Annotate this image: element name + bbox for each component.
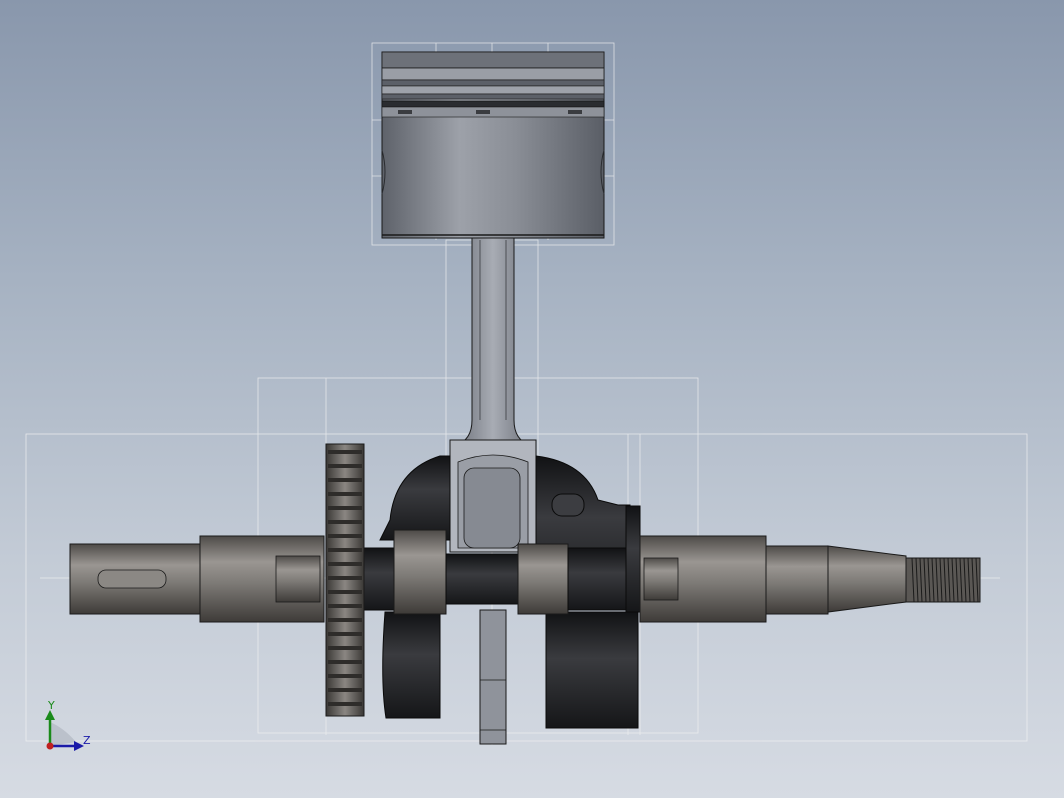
gear-tooth (328, 646, 362, 650)
connecting-rod[interactable] (449, 237, 537, 745)
gear-tooth (328, 590, 362, 594)
gear-tooth (328, 464, 362, 468)
threaded-end[interactable] (905, 557, 981, 603)
gear-tooth (328, 478, 362, 482)
gear-tooth (328, 604, 362, 608)
gear-tooth (328, 632, 362, 636)
gear-tooth (328, 450, 362, 454)
gear-tooth (328, 534, 362, 538)
gear-tooth (328, 548, 362, 552)
gear-tooth (328, 506, 362, 510)
axis-z-label: Z (83, 734, 91, 747)
crankshaft-assembly-model[interactable] (0, 0, 1064, 798)
counterweight-right[interactable] (545, 611, 639, 729)
gear-tooth (328, 618, 362, 622)
gear-tooth (328, 492, 362, 496)
graphics-viewport[interactable]: Y Z (0, 0, 1064, 798)
timing-gear[interactable] (325, 443, 365, 717)
gear-tooth (328, 576, 362, 580)
coordinate-triad: Y Z (40, 698, 100, 758)
gear-tooth (328, 562, 362, 566)
gear-tooth (328, 520, 362, 524)
gear-tooth (328, 702, 362, 706)
axis-y-label: Y (48, 699, 55, 712)
gear-tooth (328, 660, 362, 664)
piston[interactable] (381, 51, 605, 239)
gear-tooth (328, 674, 362, 678)
gear-tooth (328, 688, 362, 692)
counterweight-left[interactable] (382, 611, 441, 719)
